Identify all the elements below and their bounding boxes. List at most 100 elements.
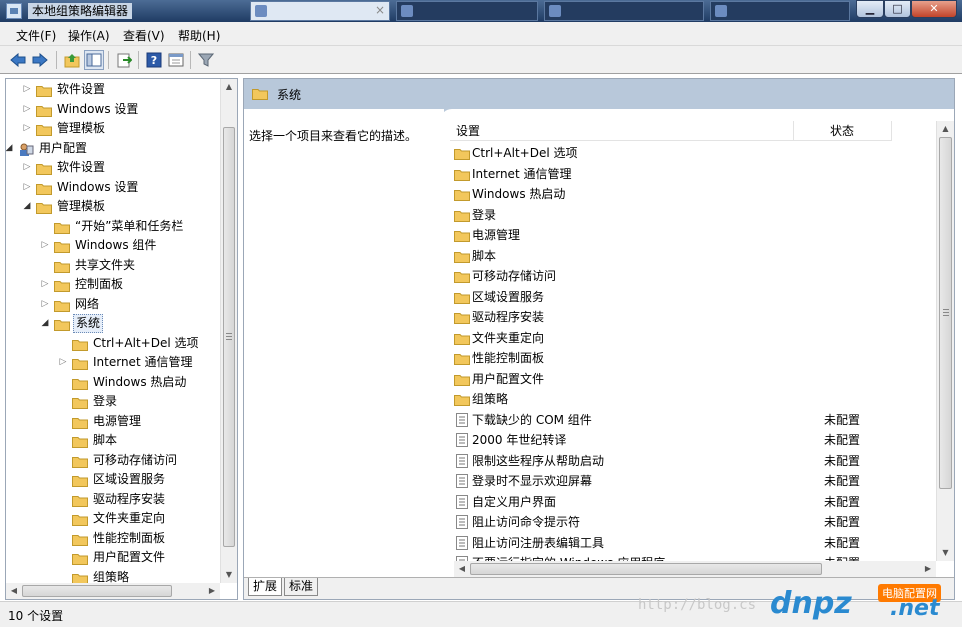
list-folder-row[interactable]: 性能控制面板 xyxy=(444,348,936,368)
collapse-arrow-icon[interactable]: ◢ xyxy=(22,197,32,216)
setting-state: 未配置 xyxy=(824,453,861,468)
list-setting-row[interactable]: 阻止访问注册表编辑工具 未配置 xyxy=(444,533,936,553)
list-folder-row[interactable]: 电源管理 xyxy=(444,225,936,245)
scroll-up-arrow-icon[interactable]: ▲ xyxy=(937,121,954,137)
folder-icon xyxy=(72,417,88,429)
status-text: 10 个设置 xyxy=(8,609,64,623)
list-folder-row[interactable]: 可移动存储访问 xyxy=(444,266,936,286)
forward-button[interactable] xyxy=(30,50,50,70)
list-folder-row[interactable]: 文件夹重定向 xyxy=(444,328,936,348)
background-tab[interactable] xyxy=(710,1,850,21)
background-tab[interactable] xyxy=(396,1,538,21)
list-folder-row[interactable]: 驱动程序安装 xyxy=(444,307,936,327)
folder-icon xyxy=(54,281,70,292)
list-setting-row[interactable]: 自定义用户界面 未配置 xyxy=(444,492,936,512)
setting-name: 登录 xyxy=(472,207,497,222)
properties-icon xyxy=(168,53,184,67)
setting-name: 自定义用户界面 xyxy=(472,494,557,509)
menu-action[interactable]: 操作(A) xyxy=(68,27,110,44)
export-list-button[interactable] xyxy=(114,50,134,70)
folder-icon xyxy=(36,86,52,97)
column-header-state[interactable]: 状态 xyxy=(794,121,892,141)
title-bar: 本地组策略编辑器 × ▁ □ ✕ xyxy=(0,0,962,22)
menu-view[interactable]: 查看(V) xyxy=(123,27,165,44)
scroll-down-arrow-icon[interactable]: ▼ xyxy=(937,545,954,561)
expand-arrow-icon[interactable]: ▷ xyxy=(22,80,32,99)
list-vertical-scrollbar[interactable]: ▲ ▼ xyxy=(936,121,954,561)
background-tab[interactable]: × xyxy=(250,1,390,21)
menu-file[interactable]: 文件(F) xyxy=(16,27,56,44)
folder-icon xyxy=(72,476,88,487)
up-level-button[interactable] xyxy=(62,50,82,70)
column-header-setting[interactable]: 设置 xyxy=(450,121,794,141)
list-setting-row[interactable]: 登录时不显示欢迎屏幕 未配置 xyxy=(444,471,936,491)
tree-item-label: 用户配置文件 xyxy=(93,550,166,564)
filter-button[interactable] xyxy=(196,50,216,70)
show-hide-tree-button[interactable] xyxy=(84,50,104,70)
tree-item-label: 软件设置 xyxy=(57,160,106,174)
scroll-down-arrow-icon[interactable]: ▼ xyxy=(221,567,237,583)
scroll-thumb[interactable] xyxy=(223,127,235,547)
setting-name: 性能控制面板 xyxy=(472,351,545,365)
expand-arrow-icon[interactable]: ▷ xyxy=(40,295,50,314)
scroll-thumb[interactable] xyxy=(939,137,952,489)
expand-arrow-icon[interactable]: ▷ xyxy=(22,100,32,119)
expand-arrow-icon[interactable]: ▷ xyxy=(22,178,32,197)
list-folder-row[interactable]: Ctrl+Alt+Del 选项 xyxy=(444,143,936,163)
settings-list[interactable]: 设置 状态 Ctrl+Alt+Del 选项 Internet 通信管理 Window… xyxy=(444,121,936,581)
list-setting-row[interactable]: 限制这些程序从帮助启动 未配置 xyxy=(444,451,936,471)
collapse-arrow-icon[interactable]: ◢ xyxy=(40,314,50,333)
back-button[interactable] xyxy=(8,50,28,70)
list-folder-row[interactable]: 用户配置文件 xyxy=(444,369,936,389)
close-button[interactable]: ✕ xyxy=(911,0,957,18)
list-folder-row[interactable]: 组策略 xyxy=(444,389,936,409)
tree-horizontal-scrollbar[interactable]: ◀ ▶ xyxy=(6,583,220,599)
properties-button[interactable] xyxy=(166,50,186,70)
tree-item-label: 网络 xyxy=(75,296,100,311)
maximize-button[interactable]: □ xyxy=(884,0,911,18)
scroll-right-arrow-icon[interactable]: ▶ xyxy=(204,583,220,599)
expand-arrow-icon[interactable]: ▷ xyxy=(40,275,50,294)
expand-arrow-icon[interactable]: ▷ xyxy=(58,353,68,372)
scroll-thumb[interactable] xyxy=(470,563,822,575)
toolbar-separator xyxy=(108,51,109,69)
expand-arrow-icon[interactable]: ▷ xyxy=(40,236,50,255)
help-icon: ? xyxy=(146,52,162,68)
setting-name: 组策略 xyxy=(472,392,509,406)
tab-extended[interactable]: 扩展 xyxy=(248,578,283,596)
setting-name: 2000 年世纪转译 xyxy=(472,433,567,447)
list-folder-row[interactable]: Windows 热启动 xyxy=(444,184,936,204)
folder-icon xyxy=(72,339,88,351)
menu-help[interactable]: 帮助(H) xyxy=(178,27,220,44)
scroll-left-arrow-icon[interactable]: ◀ xyxy=(454,561,470,577)
collapse-arrow-icon[interactable]: ◢ xyxy=(6,139,14,158)
help-button[interactable]: ? xyxy=(144,50,164,70)
list-setting-row[interactable]: 下载缺少的 COM 组件 未配置 xyxy=(444,410,936,430)
list-folder-row[interactable]: Internet 通信管理 xyxy=(444,164,936,184)
list-setting-row[interactable]: 2000 年世纪转译 未配置 xyxy=(444,430,936,450)
list-setting-row[interactable]: 阻止访问命令提示符 未配置 xyxy=(444,512,936,532)
minimize-button[interactable]: ▁ xyxy=(856,0,884,18)
list-folder-row[interactable]: 登录 xyxy=(444,205,936,225)
scroll-thumb[interactable] xyxy=(22,585,172,597)
policy-setting-icon xyxy=(456,433,468,447)
tree-item-label: Ctrl+Alt+Del 选项 xyxy=(93,335,199,350)
list-horizontal-scrollbar[interactable]: ◀ ▶ xyxy=(454,561,936,577)
tab-standard[interactable]: 标准 xyxy=(284,578,319,596)
scroll-up-arrow-icon[interactable]: ▲ xyxy=(221,79,237,95)
list-folder-row[interactable]: 区域设置服务 xyxy=(444,287,936,307)
folder-icon xyxy=(36,125,52,136)
tree-vertical-scrollbar[interactable]: ▲ ▼ xyxy=(220,79,237,583)
setting-state: 未配置 xyxy=(824,433,861,447)
scroll-left-arrow-icon[interactable]: ◀ xyxy=(6,583,22,599)
expand-arrow-icon[interactable]: ▷ xyxy=(22,119,32,138)
setting-state: 未配置 xyxy=(824,412,861,427)
tree-item-label: 管理模板 xyxy=(57,199,106,213)
scroll-right-arrow-icon[interactable]: ▶ xyxy=(920,561,936,577)
background-tab[interactable] xyxy=(544,1,704,21)
list-folder-row[interactable]: 脚本 xyxy=(444,246,936,266)
expand-arrow-icon[interactable]: ▷ xyxy=(22,158,32,177)
close-icon[interactable]: × xyxy=(375,3,385,17)
console-tree[interactable]: ▷ 软件设置 ▷ Windows 设置 ▷ 管理模板 ◢ 用户配置 ▷ 软件设置 ▷ Windows … xyxy=(5,78,238,600)
menu-bar: 文件(F) 操作(A) 查看(V) 帮助(H) xyxy=(0,22,962,46)
